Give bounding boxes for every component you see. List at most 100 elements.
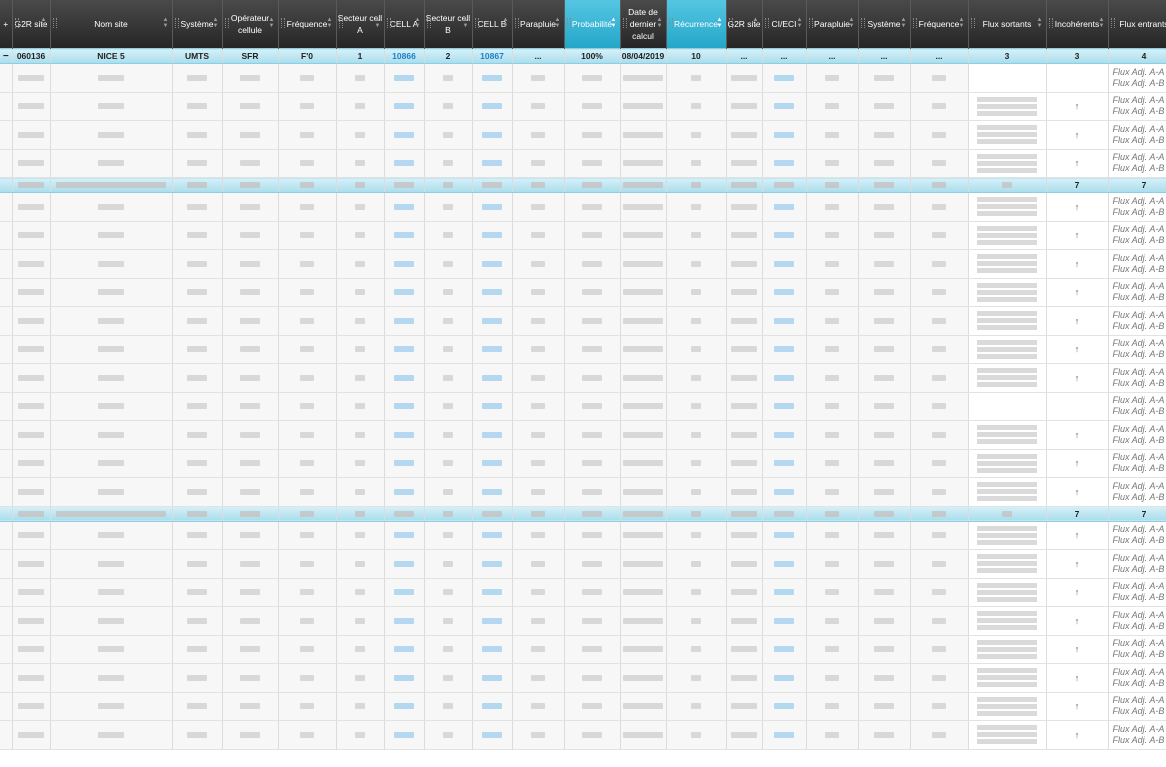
column-grip-icon[interactable] <box>52 18 57 28</box>
sort-arrows-icon[interactable]: ▲ ▼ <box>959 17 965 29</box>
sort-arrows-icon[interactable]: ▲ ▼ <box>269 17 275 29</box>
redacted-value <box>623 160 663 167</box>
column-header-secteur-a[interactable]: Secteur cell A ▲ ▼ <box>336 0 385 49</box>
table-row[interactable]: ↑ Flux Adj. A-A : Flux Adj. A-B : <box>0 420 1166 450</box>
column-header-parapluie[interactable]: Parapluie ▲ ▼ <box>512 0 565 49</box>
table-row[interactable]: ↑ Flux Adj. A-A : Flux Adj. A-B : <box>0 606 1166 636</box>
column-grip-icon[interactable] <box>474 18 479 28</box>
column-header-flux-entrants[interactable]: Flux entrants▲▼ <box>1108 0 1166 49</box>
table-row[interactable]: ↑ Flux Adj. A-A : Flux Adj. A-B : <box>0 92 1166 121</box>
cell-parapluie <box>512 477 565 507</box>
column-header-nom-site[interactable]: Nom site ▲ ▼ <box>50 0 173 49</box>
group-row[interactable]: 77 <box>0 177 1166 193</box>
table-row[interactable]: ↑ Flux Adj. A-A : Flux Adj. A-B : <box>0 249 1166 279</box>
sort-arrows-icon[interactable]: ▲ ▼ <box>657 17 663 29</box>
column-grip-icon[interactable] <box>338 18 343 28</box>
sort-arrows-icon[interactable]: ▲ ▼ <box>327 17 333 29</box>
table-row[interactable]: ↑ Flux Adj. A-A : Flux Adj. A-B : <box>0 692 1166 721</box>
column-grip-icon[interactable] <box>970 18 975 28</box>
column-header-date-calcul[interactable]: Date de dernier calcul ▲ ▼ <box>620 0 667 49</box>
column-grip-icon[interactable] <box>912 18 917 28</box>
column-grip-icon[interactable] <box>386 18 391 28</box>
table-row[interactable]: ↑ Flux Adj. A-A : Flux Adj. A-B : <box>0 192 1166 222</box>
column-header-operateur[interactable]: Opérateur cellule ▲ ▼ <box>222 0 279 49</box>
column-header-incoherents[interactable]: Incohérents ▲ ▼ <box>1046 0 1109 49</box>
cell-parapluie2 <box>806 306 859 336</box>
column-header-probabilite[interactable]: Probabilité ▲ ▼ <box>564 0 621 49</box>
table-row[interactable]: ↑ Flux Adj. A-A : Flux Adj. A-B : <box>0 363 1166 393</box>
table-row[interactable]: ↑ Flux Adj. A-A : Flux Adj. A-B : <box>0 549 1166 579</box>
column-grip-icon[interactable] <box>668 18 673 28</box>
column-header-cell-b[interactable]: CELL B ▲ ▼ <box>472 0 513 49</box>
table-row[interactable]: ↑ Flux Adj. A-A : Flux Adj. A-B : <box>0 635 1166 664</box>
group-row[interactable]: −060136 NICE 5 UMTS SFR F'0 1 10866 2 10867... 10… <box>0 48 1166 64</box>
table-row[interactable]: ↑ Flux Adj. A-A : Flux Adj. A-B : <box>0 335 1166 364</box>
cell-nom-site <box>50 663 173 693</box>
column-grip-icon[interactable] <box>426 18 431 28</box>
table-row[interactable]: ↑ Flux Adj. A-A : Flux Adj. A-B : <box>0 278 1166 307</box>
column-header-frequence2[interactable]: Fréquence ▲ ▼ <box>910 0 969 49</box>
table-row[interactable]: ↑ Flux Adj. A-A : Flux Adj. A-B : <box>0 149 1166 178</box>
table-row[interactable]: ↑ Flux Adj. A-A : Flux Adj. A-B : <box>0 120 1166 150</box>
column-grip-icon[interactable] <box>808 18 813 28</box>
column-grip-icon[interactable] <box>860 18 865 28</box>
column-grip-icon[interactable] <box>514 18 519 28</box>
table-row[interactable]: ↑ Flux Adj. A-A : Flux Adj. A-B : <box>0 521 1166 550</box>
column-grip-icon[interactable] <box>764 18 769 28</box>
column-header-toggle[interactable]: + <box>0 0 13 49</box>
column-header-g2r-site[interactable]: G2R site ▲ ▼ <box>12 0 51 49</box>
column-grip-icon[interactable] <box>14 18 19 28</box>
column-header-systeme[interactable]: Système ▲ ▼ <box>172 0 223 49</box>
sort-arrows-icon[interactable]: ▲ ▼ <box>463 17 469 29</box>
column-grip-icon[interactable] <box>566 18 571 28</box>
sort-arrows-icon[interactable]: ▲ ▼ <box>717 17 723 29</box>
table-row[interactable]: ↑ Flux Adj. A-A : Flux Adj. A-B : <box>0 477 1166 507</box>
column-grip-icon[interactable] <box>174 18 179 28</box>
column-header-frequence[interactable]: Fréquence ▲ ▼ <box>278 0 337 49</box>
column-grip-icon[interactable] <box>1048 18 1053 28</box>
sort-arrows-icon[interactable]: ▲ ▼ <box>1099 17 1105 29</box>
table-row[interactable]: ↑ Flux Adj. A-A : Flux Adj. A-B : <box>0 221 1166 250</box>
table-row[interactable]: ↑ Flux Adj. A-A : Flux Adj. A-B : <box>0 449 1166 478</box>
sort-arrows-icon[interactable]: ▲ ▼ <box>375 17 381 29</box>
table-row[interactable]: Flux Adj. A-A : Flux Adj. A-B : <box>0 63 1166 93</box>
redacted-value <box>98 703 124 710</box>
cell-g2r-site <box>12 92 51 121</box>
sort-arrows-icon[interactable]: ▲ ▼ <box>1037 17 1043 29</box>
redacted-value <box>691 182 701 188</box>
sort-arrows-icon[interactable]: ▲ ▼ <box>849 17 855 29</box>
sort-arrows-icon[interactable]: ▲ ▼ <box>415 17 421 29</box>
column-grip-icon[interactable] <box>1110 18 1115 28</box>
sort-arrows-icon[interactable]: ▲ ▼ <box>503 17 509 29</box>
sort-arrows-icon[interactable]: ▲ ▼ <box>163 17 169 29</box>
column-header-parapluie2[interactable]: Parapluie ▲ ▼ <box>806 0 859 49</box>
column-header-g2r-site2[interactable]: G2R site ▲ ▼ <box>726 0 763 49</box>
sort-arrows-icon[interactable]: ▲ ▼ <box>901 17 907 29</box>
table-row[interactable]: ↑ Flux Adj. A-A : Flux Adj. A-B : <box>0 720 1166 750</box>
column-grip-icon[interactable] <box>280 18 285 28</box>
redacted-value <box>731 131 757 138</box>
column-header-secteur-b[interactable]: Secteur cell B ▲ ▼ <box>424 0 473 49</box>
column-header-recurrence[interactable]: Récurrence ▲ ▼ <box>666 0 727 49</box>
column-grip-icon[interactable] <box>622 18 627 28</box>
flux-aa-label: Flux Adj. A-A : <box>1112 638 1166 649</box>
column-header-systeme2[interactable]: Système ▲ ▼ <box>858 0 911 49</box>
column-header-flux-sortants[interactable]: Flux sortants ▲ ▼ <box>968 0 1047 49</box>
sort-arrows-icon[interactable]: ▲ ▼ <box>797 17 803 29</box>
group-row[interactable]: 77 <box>0 505 1166 522</box>
sort-arrows-icon[interactable]: ▲ ▼ <box>41 17 47 29</box>
collapse-toggle-icon[interactable]: − <box>0 48 13 64</box>
sort-arrows-icon[interactable]: ▲ ▼ <box>213 17 219 29</box>
table-row[interactable]: Flux Adj. A-A : Flux Adj. A-B : <box>0 392 1166 421</box>
column-grip-icon[interactable] <box>224 18 229 28</box>
column-header-label: Parapluie <box>814 19 850 29</box>
table-row[interactable]: ↑ Flux Adj. A-A : Flux Adj. A-B : <box>0 663 1166 693</box>
sort-arrows-icon[interactable]: ▲ ▼ <box>611 17 617 29</box>
table-row[interactable]: ↑ Flux Adj. A-A : Flux Adj. A-B : <box>0 306 1166 336</box>
column-header-cell-a[interactable]: CELL A ▲ ▼ <box>384 0 425 49</box>
column-grip-icon[interactable] <box>728 18 733 28</box>
column-header-ci-eci[interactable]: CI/ECI ▲ ▼ <box>762 0 807 49</box>
sort-arrows-icon[interactable]: ▲ ▼ <box>753 17 759 29</box>
table-row[interactable]: ↑ Flux Adj. A-A : Flux Adj. A-B : <box>0 578 1166 607</box>
sort-arrows-icon[interactable]: ▲ ▼ <box>555 17 561 29</box>
